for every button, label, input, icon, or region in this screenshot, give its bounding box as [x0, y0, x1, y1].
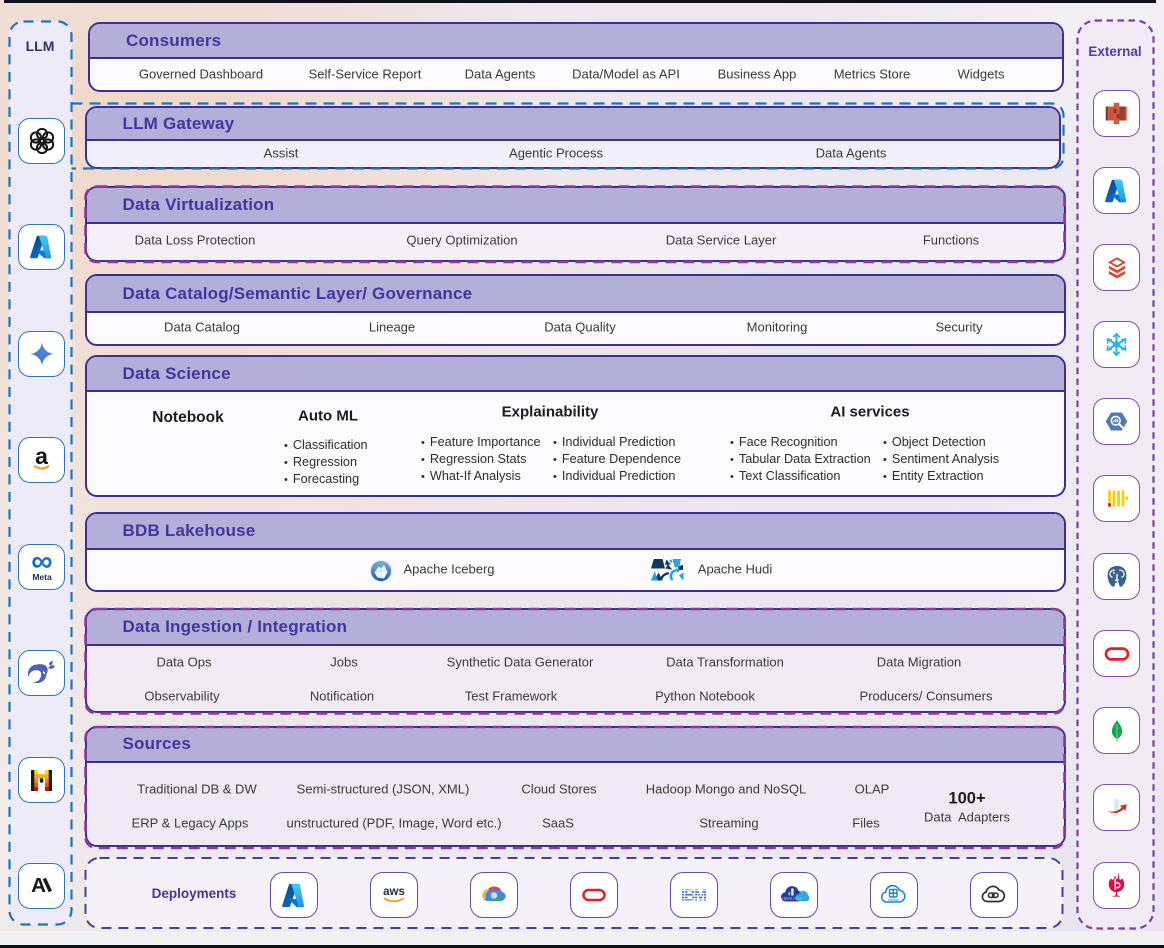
svg-text:Hybrid Cloud: Hybrid Cloud: [782, 897, 802, 901]
svg-text:Meta: Meta: [32, 572, 52, 582]
svg-text:A: A: [31, 874, 46, 897]
svg-text:VMware: VMware: [888, 898, 900, 902]
svg-text:aws: aws: [383, 886, 405, 898]
svg-text:a: a: [35, 446, 48, 469]
